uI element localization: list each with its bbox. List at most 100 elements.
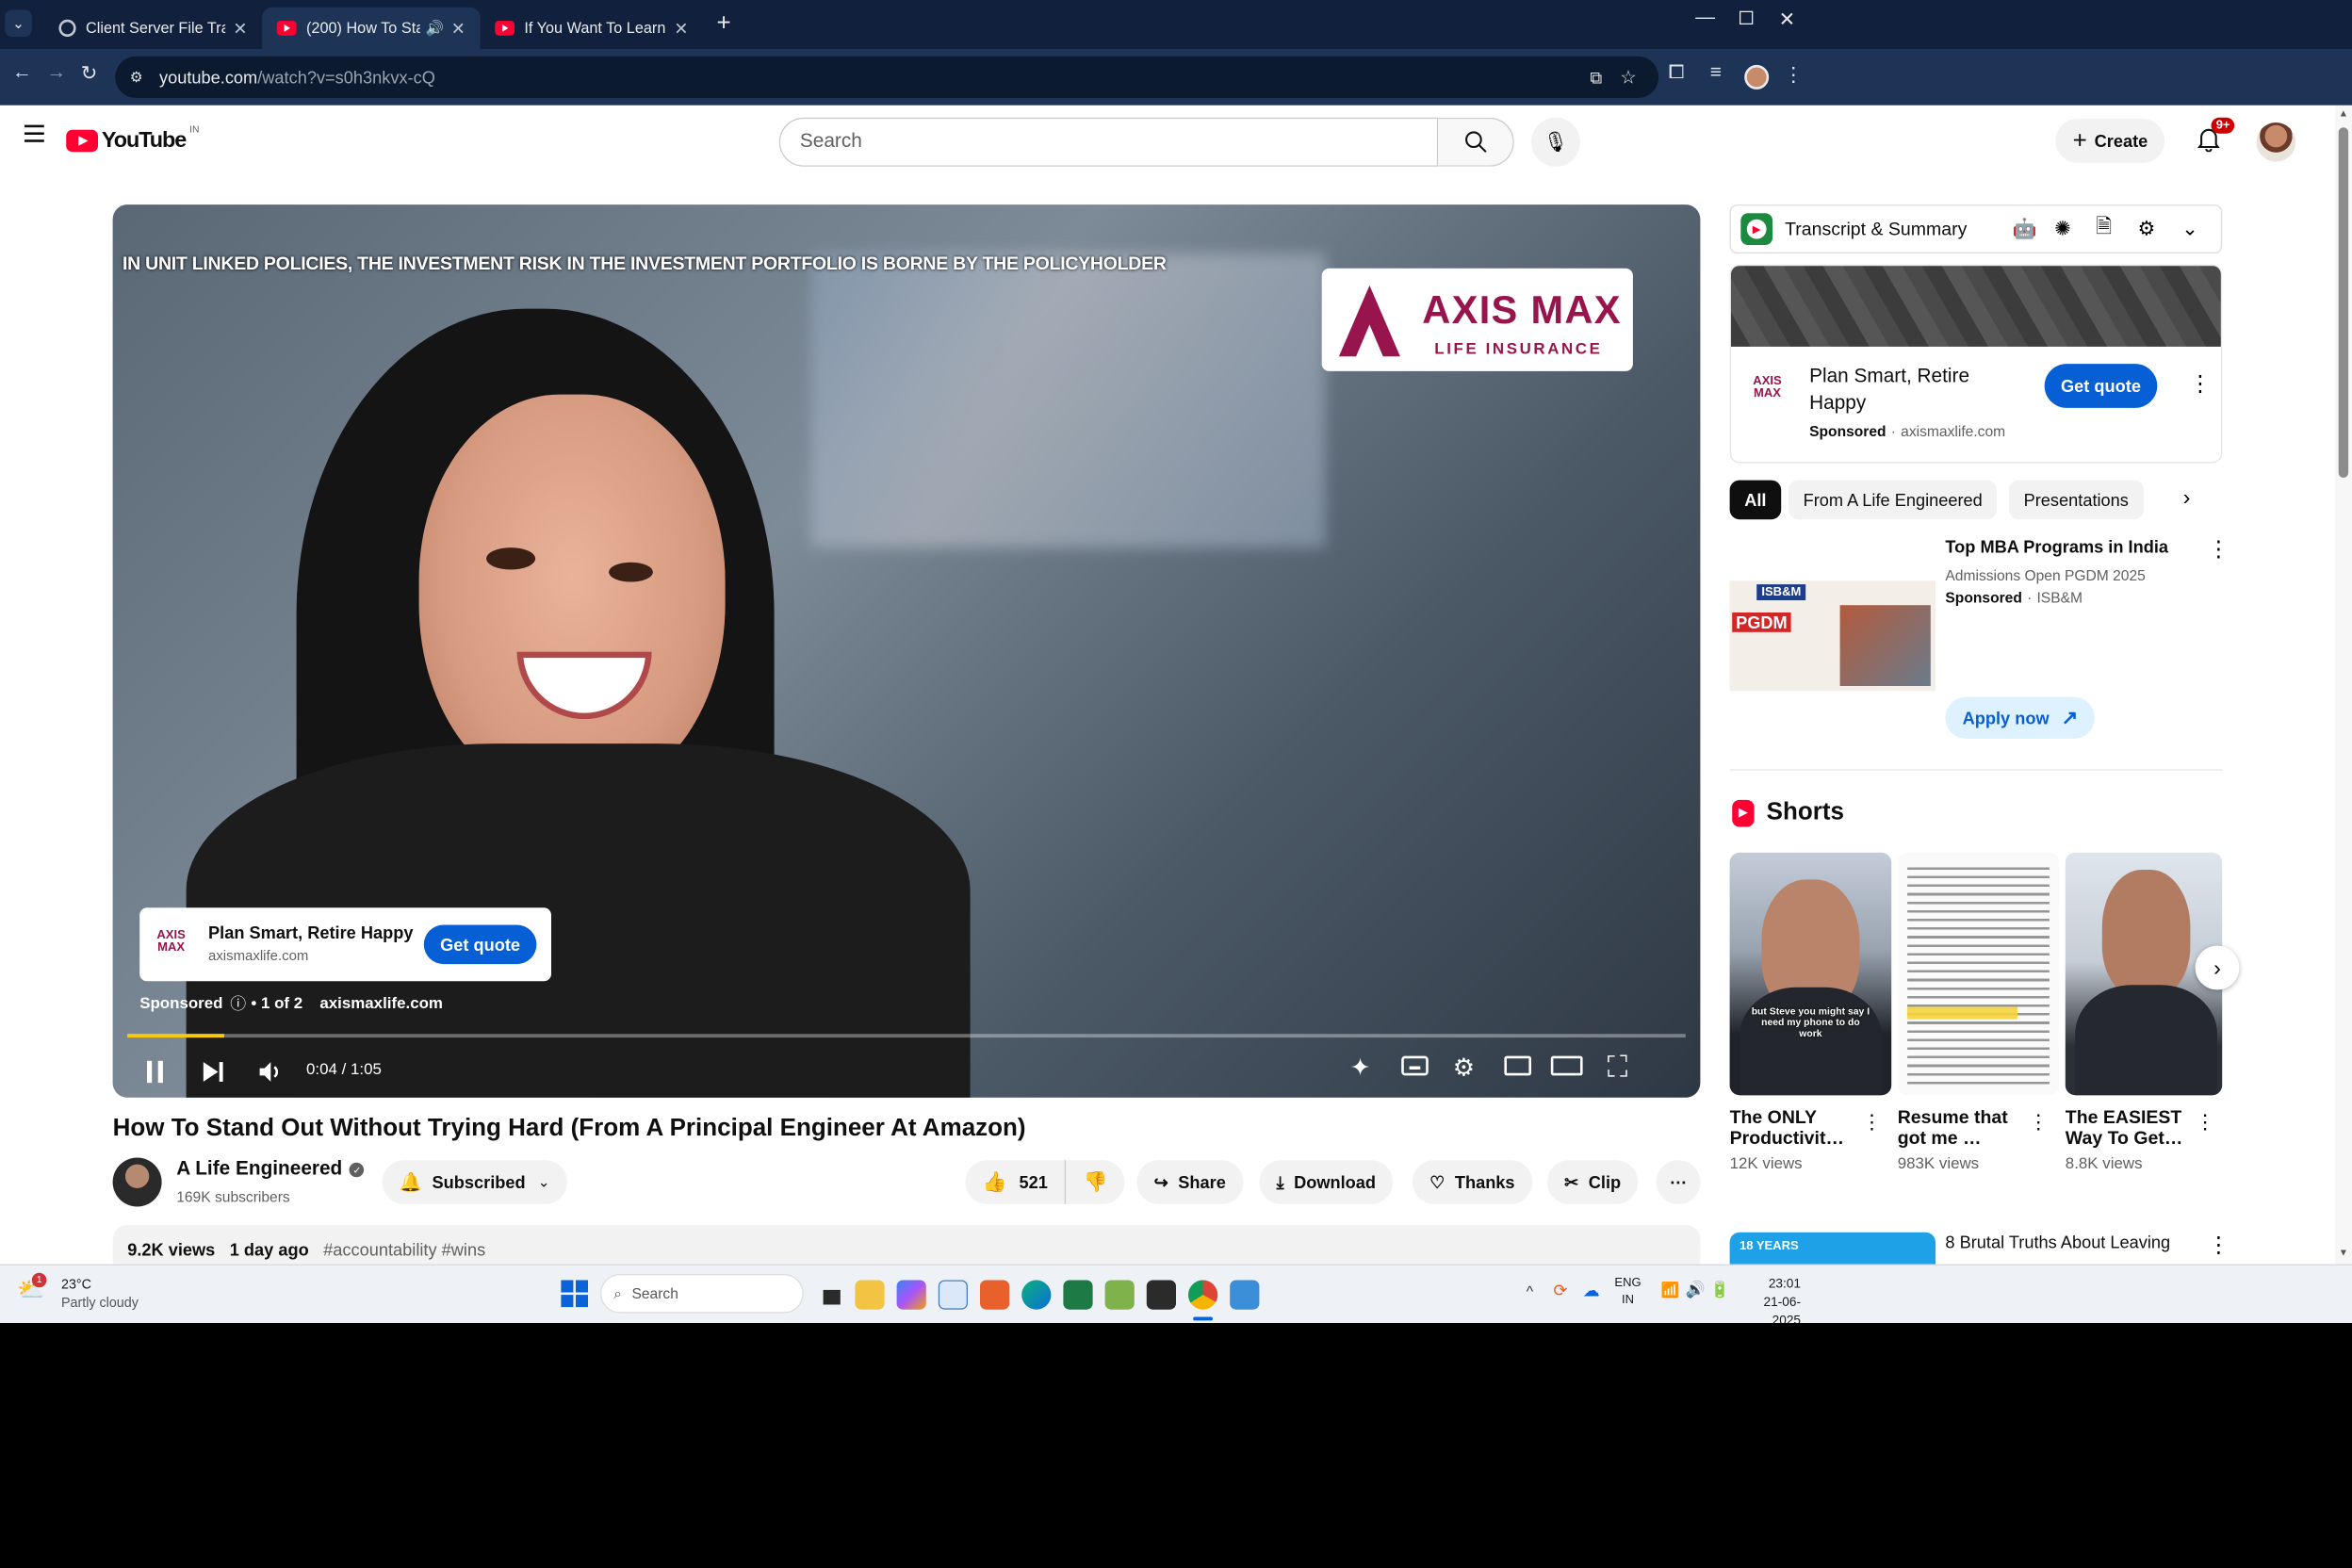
- extension-chevron-down-icon[interactable]: ⌄: [2181, 217, 2197, 241]
- like-button[interactable]: 👍 521: [965, 1160, 1067, 1204]
- document-icon[interactable]: 🗎: [2096, 213, 2112, 246]
- browser-menu-icon[interactable]: ⋮: [1784, 62, 1804, 87]
- profile-avatar[interactable]: [1744, 64, 1770, 90]
- terminal-icon[interactable]: [1146, 1280, 1176, 1310]
- office-app-icon[interactable]: [980, 1280, 1010, 1310]
- miniplayer-icon[interactable]: [1504, 1055, 1531, 1076]
- scrollbar-thumb[interactable]: [2338, 127, 2349, 478]
- chrome-icon[interactable]: [1188, 1280, 1218, 1310]
- install-app-icon[interactable]: ⧉: [1590, 67, 1602, 88]
- sidebar-ad-card[interactable]: AXIS MAX Plan Smart, Retire Happy Sponso…: [1729, 264, 2223, 464]
- window-app-icon[interactable]: [938, 1280, 968, 1310]
- bookmark-star-icon[interactable]: ☆: [1620, 66, 1636, 89]
- minimize-icon[interactable]: —: [1695, 8, 1715, 29]
- wifi-icon[interactable]: 📶: [1661, 1282, 1679, 1298]
- photos-app-icon[interactable]: [1230, 1280, 1260, 1310]
- reload-icon[interactable]: ↻: [81, 61, 97, 86]
- extensions-icon[interactable]: ⧠: [1669, 62, 1685, 84]
- next-video-more-icon[interactable]: ⋮: [2208, 1233, 2230, 1258]
- charts-app-icon[interactable]: [1104, 1280, 1135, 1310]
- site-info-icon[interactable]: ⚙: [130, 69, 143, 86]
- dislike-button[interactable]: 👎: [1066, 1160, 1124, 1204]
- close-window-icon[interactable]: ✕: [1779, 8, 1795, 32]
- short-1-info[interactable]: The ONLY Productivit… 12K views: [1730, 1107, 1877, 1172]
- sidebar-get-quote-button[interactable]: Get quote: [2044, 364, 2158, 408]
- close-tab-icon[interactable]: ✕: [451, 18, 466, 39]
- chips-next-chevron-icon[interactable]: ›: [2183, 485, 2191, 511]
- settings-gear-icon[interactable]: ⚙: [1453, 1053, 1475, 1084]
- tab-learn-faster[interactable]: If You Want To Learn Faster Tha ✕: [481, 8, 704, 49]
- tab-search-button[interactable]: ⌄: [5, 9, 32, 37]
- youtube-logo[interactable]: YouTube IN: [66, 123, 200, 153]
- hashtags[interactable]: #accountability #wins: [323, 1240, 485, 1260]
- robot-icon[interactable]: 🤖: [2013, 217, 2037, 241]
- short-thumbnail-2[interactable]: [1897, 852, 2060, 1096]
- excel-icon[interactable]: [1063, 1280, 1093, 1310]
- copilot-icon[interactable]: [896, 1280, 926, 1310]
- create-button[interactable]: + Create: [2055, 119, 2165, 163]
- ai-sparkle-icon[interactable]: ✦: [1350, 1053, 1371, 1084]
- more-actions-button[interactable]: ⋯: [1656, 1160, 1701, 1204]
- language-indicator[interactable]: ENG IN: [1614, 1275, 1641, 1309]
- file-explorer-icon[interactable]: [855, 1280, 885, 1310]
- edge-icon[interactable]: [1021, 1280, 1052, 1310]
- account-avatar[interactable]: [2256, 122, 2296, 162]
- notifications-button[interactable]: 9+: [2196, 117, 2235, 157]
- promo-thumbnail[interactable]: ISB&M PGDM: [1729, 580, 1936, 692]
- channel-name[interactable]: A Life Engineered: [176, 1159, 342, 1181]
- taskbar-search[interactable]: ⌕ Search: [600, 1274, 804, 1314]
- captions-icon[interactable]: ▬: [1401, 1055, 1429, 1076]
- clip-button[interactable]: ✂ Clip: [1546, 1160, 1639, 1204]
- tab-client-server[interactable]: Client Server File Transfer ✕: [44, 8, 262, 49]
- restore-icon[interactable]: [1739, 10, 1754, 24]
- scroll-down-icon[interactable]: ▼: [2339, 1247, 2348, 1258]
- speaker-icon[interactable]: 🔊: [426, 20, 444, 37]
- video-player[interactable]: IN UNIT LINKED POLICIES, THE INVESTMENT …: [112, 204, 1701, 1098]
- volume-button[interactable]: [257, 1060, 285, 1092]
- shorts-next-button[interactable]: ›: [2195, 945, 2240, 990]
- ad-overlay-card[interactable]: AXIS MAX Plan Smart, Retire Happy axisma…: [139, 907, 551, 982]
- onedrive-icon[interactable]: ☁: [1583, 1281, 1600, 1301]
- chip-presentations[interactable]: Presentations: [2009, 480, 2144, 520]
- back-icon[interactable]: ←: [12, 62, 32, 84]
- next-video-thumbnail[interactable]: 18 YEARS: [1729, 1232, 1936, 1265]
- openai-icon[interactable]: ✺: [2054, 217, 2070, 241]
- new-tab-icon[interactable]: +: [717, 9, 731, 38]
- short-thumbnail-1[interactable]: but Steve you might say I need my phone …: [1729, 852, 1892, 1096]
- sidebar-ad-more-icon[interactable]: ⋮: [2189, 371, 2211, 397]
- short-1-more-icon[interactable]: ⋮: [1862, 1110, 1882, 1135]
- pause-button[interactable]: [144, 1060, 166, 1092]
- url-field[interactable]: ⚙ youtube.com /watch?v=s0h3nkvx-cQ ⧉ ☆: [115, 56, 1659, 98]
- forward-icon[interactable]: →: [46, 62, 66, 84]
- apply-now-button[interactable]: Apply now ↗: [1945, 696, 2096, 739]
- ad-get-quote-button[interactable]: Get quote: [423, 924, 537, 965]
- weather-widget[interactable]: ⛅ 1 23°C Partly cloudy: [17, 1272, 152, 1316]
- tray-app-icon[interactable]: ⟳: [1553, 1281, 1567, 1301]
- info-icon[interactable]: ⓘ: [230, 991, 246, 1015]
- show-hidden-icons-chevron[interactable]: ^: [1527, 1282, 1533, 1299]
- short-3-more-icon[interactable]: ⋮: [2196, 1110, 2215, 1135]
- theater-mode-icon[interactable]: [1550, 1055, 1583, 1076]
- chip-all[interactable]: All: [1729, 480, 1782, 520]
- short-3-info[interactable]: The EASIEST Way To Get… 8.8K views: [2066, 1107, 2213, 1172]
- thanks-button[interactable]: ♡ Thanks: [1412, 1160, 1532, 1204]
- close-tab-icon[interactable]: ✕: [233, 18, 247, 39]
- battery-icon[interactable]: 🔋: [1710, 1281, 1730, 1300]
- channel-name-row[interactable]: A Life Engineered ✓: [176, 1159, 365, 1181]
- next-button[interactable]: [201, 1060, 225, 1092]
- download-button[interactable]: ⤓ Download: [1259, 1160, 1394, 1204]
- progress-bar[interactable]: [127, 1034, 1686, 1038]
- short-2-more-icon[interactable]: ⋮: [2029, 1110, 2049, 1135]
- fullscreen-icon[interactable]: ⛶: [1608, 1051, 1628, 1085]
- search-input[interactable]: Search: [778, 117, 1439, 167]
- task-view-icon[interactable]: [815, 1280, 845, 1310]
- hamburger-menu-icon[interactable]: [24, 124, 44, 142]
- volume-tray-icon[interactable]: 🔊: [1686, 1281, 1706, 1300]
- clock[interactable]: 23:01 21-06-2025: [1740, 1275, 1801, 1323]
- page-scrollbar[interactable]: ▲ ▼: [2334, 105, 2352, 1265]
- share-button[interactable]: ↪ Share: [1136, 1160, 1244, 1204]
- search-button[interactable]: [1438, 117, 1514, 167]
- chip-from-channel[interactable]: From A Life Engineered: [1788, 480, 1998, 520]
- tab-youtube-active[interactable]: (200) How To Stand Out Wi 🔊 ✕: [262, 7, 481, 50]
- voice-search-button[interactable]: 🎙: [1531, 117, 1580, 167]
